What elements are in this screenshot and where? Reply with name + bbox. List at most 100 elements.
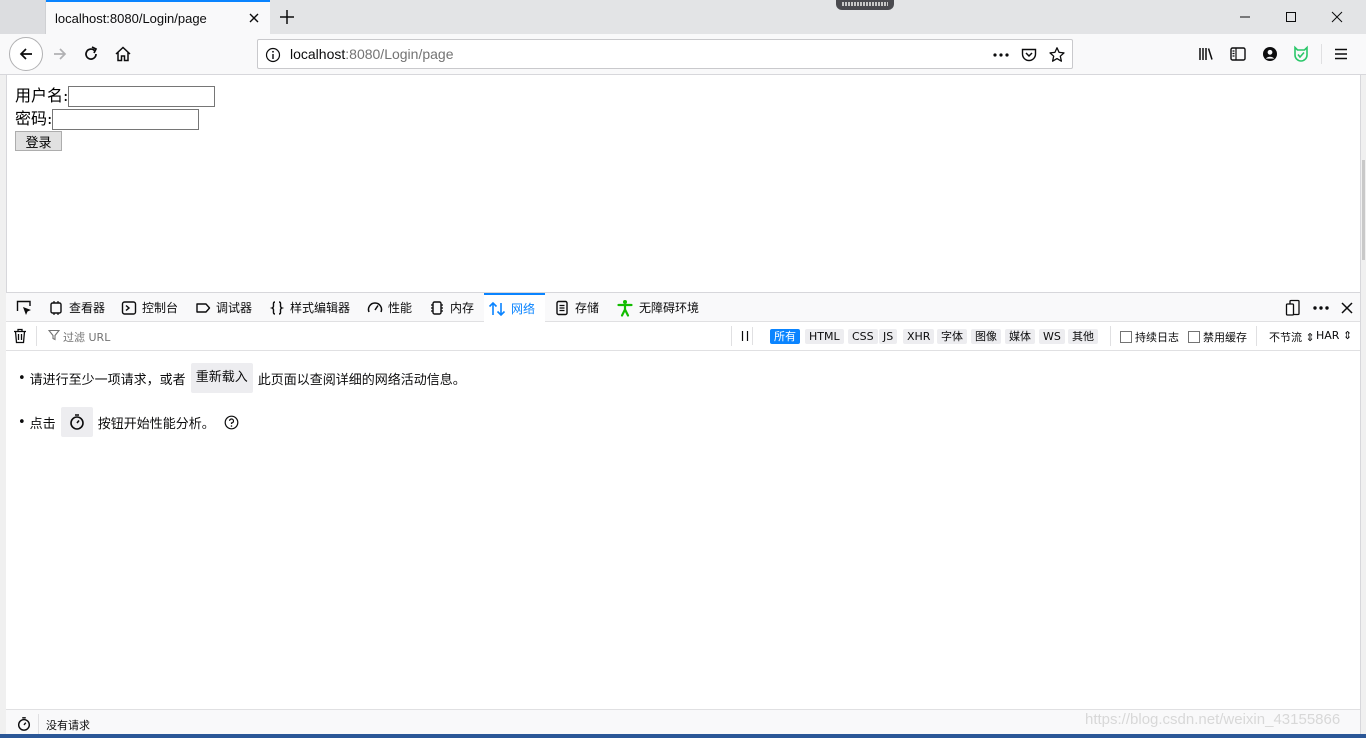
reload-page-button[interactable]: 重新载入 [190,363,253,393]
devtools-menu-button[interactable] [1310,297,1332,319]
app-menu-button[interactable] [1325,38,1357,70]
plus-icon[interactable] [276,6,298,28]
tab-inspector[interactable]: 查看器 [44,293,109,322]
reload-button[interactable] [75,38,107,70]
reload-icon [85,46,98,60]
tab-style-editor[interactable]: 样式编辑器 [265,293,354,322]
type-filter-ws[interactable]: WS [1039,329,1065,344]
url-path: :8080/Login/page [345,46,454,62]
help-icon[interactable] [224,415,239,430]
type-filter-other[interactable]: 其他 [1068,329,1098,344]
har-menu-button[interactable]: HAR ⇕ [1316,329,1352,344]
tab-strip-spacer [0,0,46,34]
stopwatch-icon[interactable] [15,715,33,733]
checkbox-box[interactable] [1188,330,1200,343]
close-icon [1341,302,1353,314]
tab-debugger[interactable]: 调试器 [191,293,256,322]
disable-cache-checkbox[interactable]: 禁用缓存 [1188,329,1247,344]
username-row: 用户名: [15,84,216,107]
password-row: 密码: [15,107,215,130]
clear-requests-button[interactable] [11,327,29,345]
tab-network-label: 网络 [511,302,536,316]
login-button[interactable]: 登录 [15,131,62,151]
network-empty-notice: • 请进行至少一项请求，或者 重新载入 此页面以查阅详细的网络活动信息。 • 点… [6,351,1360,709]
throttling-value: 不节流 [1269,331,1302,344]
url-text[interactable]: localhost:8080/Login/page [290,46,453,62]
watermark: https://blog.csdn.net/weixin_43155866 [1085,711,1341,728]
checkbox-box[interactable] [1120,330,1132,343]
url-filter-input[interactable]: 过滤 URL [42,326,732,346]
har-label: HAR [1316,329,1340,342]
tab-storage-label: 存储 [575,301,600,315]
pause-icon [741,331,748,341]
inspector-icon [50,300,62,315]
forward-button[interactable] [44,38,76,70]
close-icon[interactable] [246,10,262,26]
tab-accessibility-label: 无障碍环境 [639,301,700,315]
devtools-tabbar: 查看器 控制台 调试器 样式编辑器 性能 内存 网络 存储 无障碍环境 [6,293,1360,322]
password-input[interactable] [52,109,200,130]
tab-storage[interactable]: 存储 [550,293,603,322]
persist-logs-label: 持续日志 [1135,330,1179,344]
stopwatch-icon [69,414,84,430]
tab-performance-label: 性能 [388,301,413,315]
type-filter-images[interactable]: 图像 [971,329,1001,344]
browser-tab-active[interactable]: localhost:8080/Login/page [46,0,270,34]
sharing-indicator [836,0,894,10]
notice-performance-text-after: 按钮开始性能分析。 [97,416,215,432]
tab-console-label: 控制台 [142,301,179,315]
sidebar-button[interactable] [1222,38,1254,70]
dock-icon [1285,299,1300,316]
tab-accessibility[interactable]: 无障碍环境 [612,293,703,322]
type-filter-js[interactable]: JS [879,329,898,344]
ellipsis-icon[interactable] [992,46,1010,64]
type-filter-html[interactable]: HTML [805,329,844,344]
type-filter-fonts[interactable]: 字体 [937,329,967,344]
page-viewport: 用户名: 密码: 登录 [6,75,1360,292]
type-filter-xhr[interactable]: XHR [903,329,935,344]
submit-row: 登录 [15,130,215,153]
url-bar[interactable]: localhost:8080/Login/page [257,39,1073,69]
pocket-icon[interactable] [1020,46,1038,64]
tab-console[interactable]: 控制台 [117,293,182,322]
type-filter-css[interactable]: CSS [848,329,878,344]
performance-icon [367,301,383,312]
arrow-left-icon [19,48,32,60]
scrollbar[interactable] [1362,160,1365,260]
tab-performance[interactable]: 性能 [363,293,416,322]
toolbar-divider [36,326,37,346]
filter-placeholder: 过滤 URL [63,331,111,344]
extension-icon [1294,45,1308,62]
star-icon[interactable] [1048,46,1066,64]
library-button[interactable] [1190,38,1222,70]
status-summary: 没有请求 [46,719,90,732]
username-label: 用户名: [15,86,69,105]
minimize-window-button[interactable] [1222,0,1268,34]
back-button[interactable] [9,37,43,71]
disable-cache-label: 禁用缓存 [1203,330,1247,344]
network-toolbar: 过滤 URL 所有 HTML CSS JS XHR 字体 图像 媒体 WS 其他… [6,322,1360,351]
tab-memory[interactable]: 内存 [425,293,478,322]
extension-button[interactable] [1285,38,1317,70]
maximize-window-button[interactable] [1268,0,1314,34]
dock-options-button[interactable] [1282,297,1304,319]
type-filter-media[interactable]: 媒体 [1005,329,1035,344]
start-performance-button[interactable] [60,407,93,437]
accessibility-icon [617,299,633,317]
pause-recording-button[interactable] [737,327,753,345]
trash-icon [14,328,26,344]
type-filter-all[interactable]: 所有 [770,329,800,344]
element-picker-button[interactable] [11,293,37,322]
close-devtools-button[interactable] [1336,297,1358,319]
tab-network[interactable]: 网络 [484,293,545,322]
memory-icon [431,300,443,315]
tab-debugger-label: 调试器 [216,301,253,315]
username-input[interactable] [68,86,216,107]
home-button[interactable] [107,38,139,70]
close-window-button[interactable] [1314,0,1360,34]
notice-performance-line: • 点击 按钮开始性能分析。 [18,407,239,437]
account-button[interactable] [1254,38,1286,70]
throttling-select[interactable]: 不节流 ⇕ [1269,329,1315,344]
info-icon[interactable] [264,46,282,64]
persist-logs-checkbox[interactable]: 持续日志 [1120,329,1179,344]
